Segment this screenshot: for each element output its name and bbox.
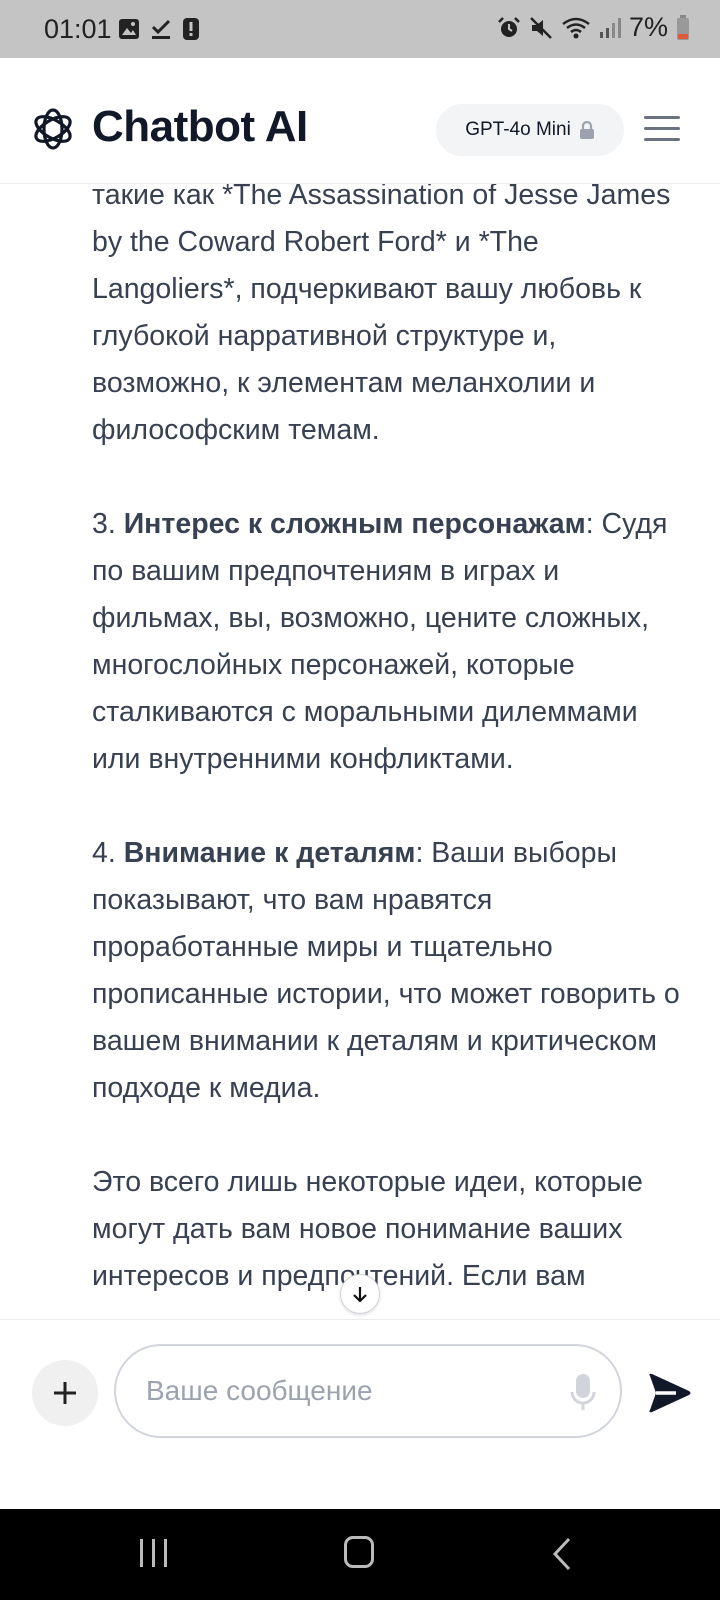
- wifi-icon: [562, 17, 590, 38]
- message-input-box[interactable]: [114, 1344, 622, 1438]
- download-done-icon: [151, 19, 171, 39]
- model-label: GPT-4o Mini: [465, 119, 571, 140]
- send-icon[interactable]: [646, 1370, 692, 1416]
- recents-icon[interactable]: [140, 1539, 167, 1567]
- plus-icon: [54, 1382, 76, 1404]
- app-title: Chatbot AI: [92, 102, 308, 151]
- openai-logo-icon[interactable]: [30, 106, 76, 152]
- message-input[interactable]: [146, 1368, 526, 1414]
- app-header: Chatbot AI GPT-4o Mini: [0, 58, 720, 184]
- home-icon[interactable]: [344, 1536, 374, 1568]
- chat-area[interactable]: такие как *The Assassination of Jesse Ja…: [0, 184, 720, 1319]
- message-list-item-3: 3. Интерес к сложным персонажам: Судя по…: [92, 508, 668, 775]
- mute-icon: [530, 16, 552, 39]
- battery-percent: 7%: [628, 12, 668, 42]
- model-selector[interactable]: GPT-4o Mini: [436, 104, 624, 156]
- back-icon[interactable]: [552, 1537, 572, 1571]
- gallery-icon: [119, 19, 139, 39]
- system-nav-bar: [0, 1509, 720, 1600]
- composer: [0, 1319, 720, 1509]
- alert-icon: [183, 18, 199, 40]
- signal-icon: [599, 17, 621, 38]
- lock-icon: [579, 121, 594, 139]
- status-bar: 01:01 7%: [0, 0, 720, 58]
- scroll-to-bottom-button[interactable]: [340, 1274, 380, 1314]
- assistant-message: такие как *The Assassination of Jesse Ja…: [92, 184, 692, 1319]
- message-paragraph: такие как *The Assassination of Jesse Ja…: [92, 184, 671, 446]
- mic-icon[interactable]: [570, 1372, 596, 1412]
- message-list-item-4: 4. Внимание к деталям: Ваши выборы показ…: [92, 837, 680, 1104]
- battery-icon: [677, 14, 689, 40]
- alarm-icon: [498, 16, 520, 37]
- status-system-icons: 7%: [497, 12, 690, 43]
- arrow-down-icon: [353, 1287, 367, 1303]
- menu-icon[interactable]: [644, 116, 680, 144]
- status-notification-icons: [118, 17, 200, 41]
- status-time: 01:01: [44, 14, 112, 44]
- attach-button[interactable]: [32, 1360, 98, 1426]
- message-paragraph: Это всего лишь некоторые идеи, которые м…: [92, 1166, 643, 1292]
